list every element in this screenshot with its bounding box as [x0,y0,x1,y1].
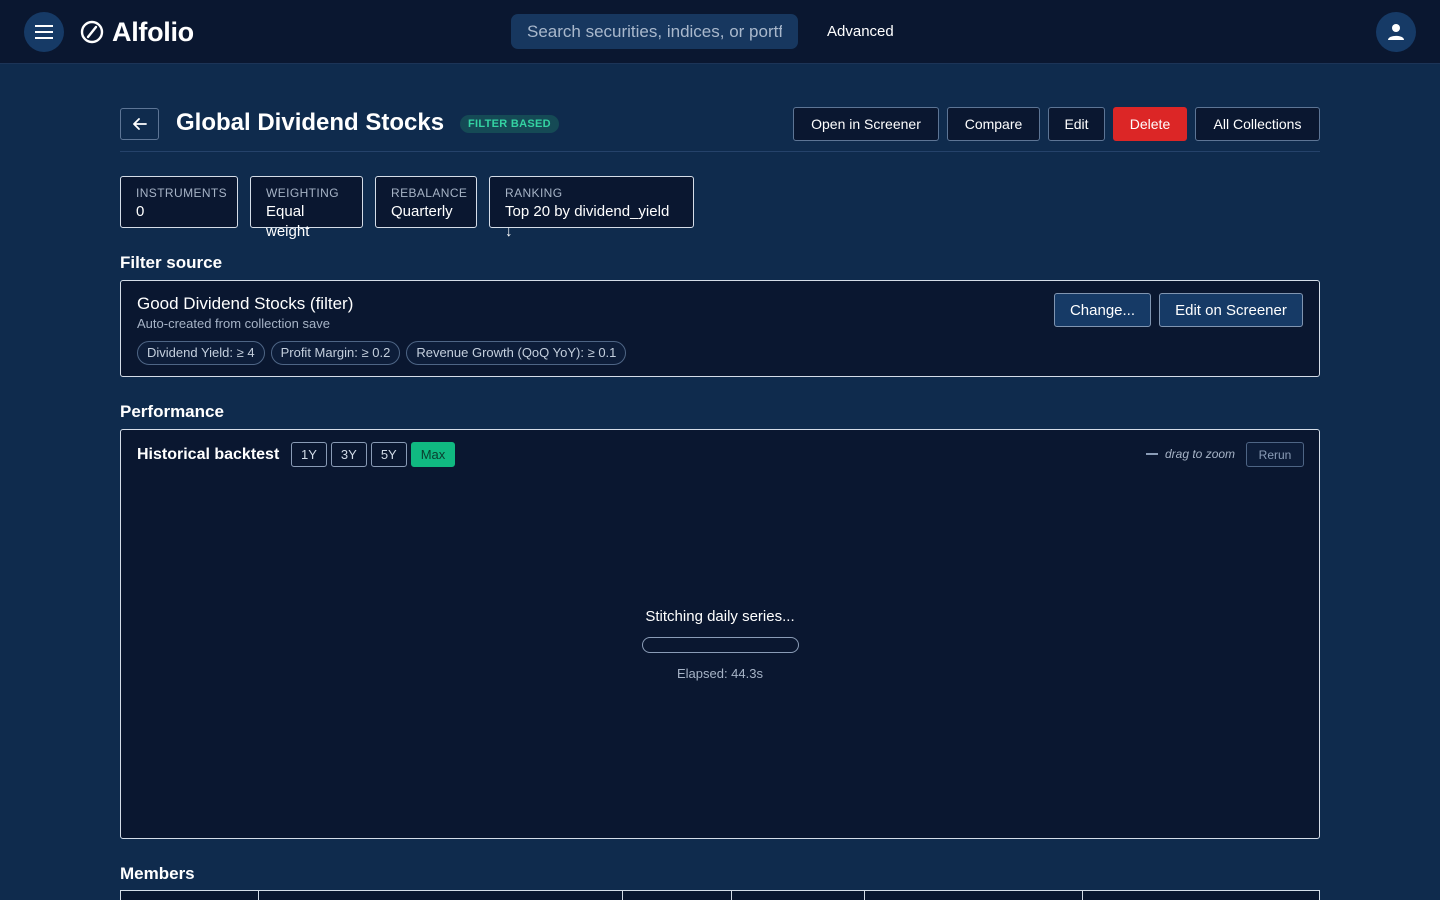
open-in-screener-button[interactable]: Open in Screener [793,107,939,141]
stat-value: Top 20 by dividend_yield ↓ [505,203,670,240]
all-collections-button[interactable]: All Collections [1195,107,1320,141]
filter-source-heading: Filter source [120,253,223,272]
filter-chip: Revenue Growth (QoQ YoY): ≥ 0.1 [406,341,627,365]
stat-label: REBALANCE [391,186,468,200]
range-3y-button[interactable]: 3Y [330,442,367,467]
stat-card-instruments: INSTRUMENTS 0 [120,176,238,228]
filter-source-panel: Good Dividend Stocks (filter) Auto-creat… [120,280,1320,377]
arrow-left-icon [132,118,147,130]
edit-button[interactable]: Edit [1048,107,1105,141]
stat-label: RANKING [505,186,563,200]
page-title: Global Dividend Stocks [176,109,445,136]
filter-chip: Dividend Yield: ≥ 4 [137,341,265,365]
table-column-divider [258,891,259,900]
table-column-divider [622,891,623,900]
filter-chips: Dividend Yield: ≥ 4 Profit Margin: ≥ 0.2… [137,341,627,365]
table-column-divider [731,891,732,900]
dash-icon [1146,453,1158,455]
filter-name: Good Dividend Stocks (filter) [137,294,354,313]
progress-bar [642,637,799,653]
range-max-button[interactable]: Max [410,442,456,467]
stat-card-ranking: RANKING Top 20 by dividend_yield ↓ [489,176,694,240]
change-filter-button[interactable]: Change... [1054,293,1151,327]
stat-value: Equal weight [266,203,310,240]
stat-card-rebalance: REBALANCE Quarterly [375,176,477,228]
brand-name: Alfolio [112,16,194,47]
elapsed-time: Elapsed: 44.3s [676,666,763,681]
filter-subtitle: Auto-created from collection save [137,316,330,331]
menu-icon [35,25,53,39]
delete-button[interactable]: Delete [1113,107,1187,141]
stat-value: Quarterly [391,203,453,220]
user-icon [1388,24,1404,40]
menu-button[interactable] [24,12,64,52]
performance-heading: Performance [120,402,224,421]
stat-label: INSTRUMENTS [136,186,228,200]
stat-value: 0 [136,203,145,220]
edit-on-screener-button[interactable]: Edit on Screener [1159,293,1303,327]
zoom-hint: drag to zoom [1146,447,1235,461]
table-column-divider [864,891,865,900]
top-bar: Alfolio Advanced [0,0,1440,64]
stat-label: WEIGHTING [266,186,339,200]
performance-panel: Historical backtest 1Y 3Y 5Y Max drag to… [120,429,1320,839]
user-menu-button[interactable] [1376,12,1416,52]
search-input[interactable] [511,14,798,49]
backtest-title: Historical backtest [137,446,280,463]
range-5y-button[interactable]: 5Y [370,442,407,467]
range-selector: 1Y 3Y 5Y Max [291,442,456,467]
type-badge: FILTER BASED [460,115,559,133]
members-table [120,890,1320,900]
compare-button[interactable]: Compare [947,107,1040,141]
range-1y-button[interactable]: 1Y [291,442,327,467]
rerun-button[interactable]: Rerun [1246,442,1304,467]
loading-status: Stitching daily series... [645,608,795,625]
header-divider [120,151,1320,152]
stat-card-weighting: WEIGHTING Equal weight [250,176,363,240]
members-heading: Members [120,864,195,883]
compass-icon [80,20,104,44]
brand-logo[interactable]: Alfolio [80,16,194,48]
table-column-divider [1082,891,1083,900]
zoom-hint-text: drag to zoom [1165,447,1236,461]
advanced-search-link[interactable]: Advanced [827,23,894,40]
back-button[interactable] [120,108,159,140]
filter-chip: Profit Margin: ≥ 0.2 [270,341,401,365]
